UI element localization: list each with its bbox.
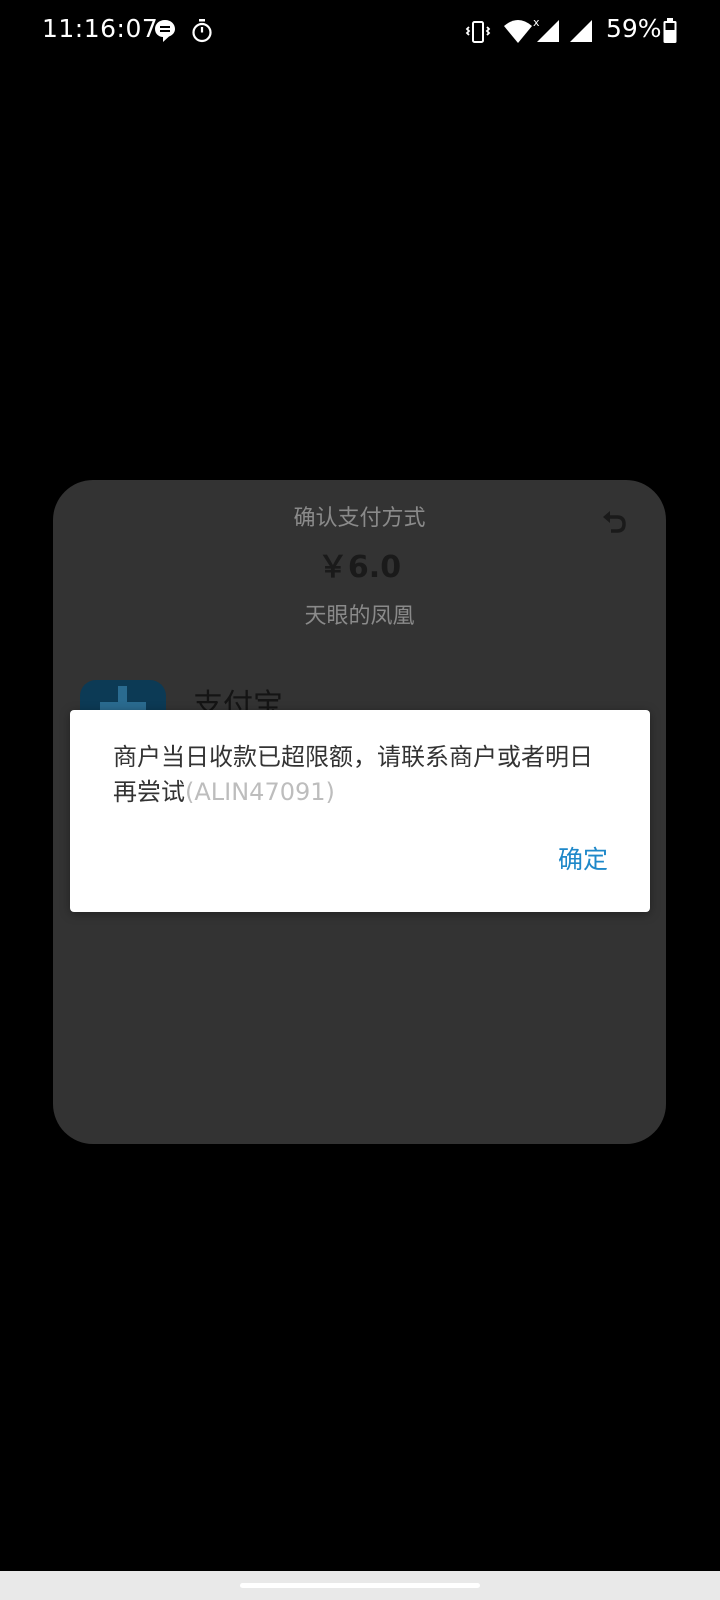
payment-amount: ￥6.0 [317,550,402,585]
confirm-button[interactable]: 确定 [558,840,608,876]
chat-bubble-icon [155,20,175,42]
signal-icon [537,20,559,42]
status-time: 11:16:07 [42,14,159,43]
error-code: (ALIN47091) [185,778,335,806]
navigation-bar [0,1571,720,1600]
vibrate-icon [465,21,491,43]
merchant-name: 天眼的凤凰 [304,604,415,629]
alert-dialog: 商户当日收款已超限额，请联系商户或者明日再尝试(ALIN47091) 确定 [70,710,650,912]
dialog-message: 商户当日收款已超限额，请联系商户或者明日再尝试(ALIN47091) [113,740,613,810]
signal-icon [570,20,592,42]
sheet-title: 确认支付方式 [293,506,426,531]
stopwatch-icon [192,19,212,43]
back-icon[interactable] [599,508,629,538]
home-gesture-handle[interactable] [240,1583,480,1588]
screen: 11:16:07 x 59% 确认支付方式 ￥6.0 天眼的凤凰 支付宝 商户当… [0,0,720,1600]
battery-icon [663,18,677,43]
battery-percent: 59% [606,14,662,43]
status-bar: 11:16:07 x 59% [0,0,720,64]
